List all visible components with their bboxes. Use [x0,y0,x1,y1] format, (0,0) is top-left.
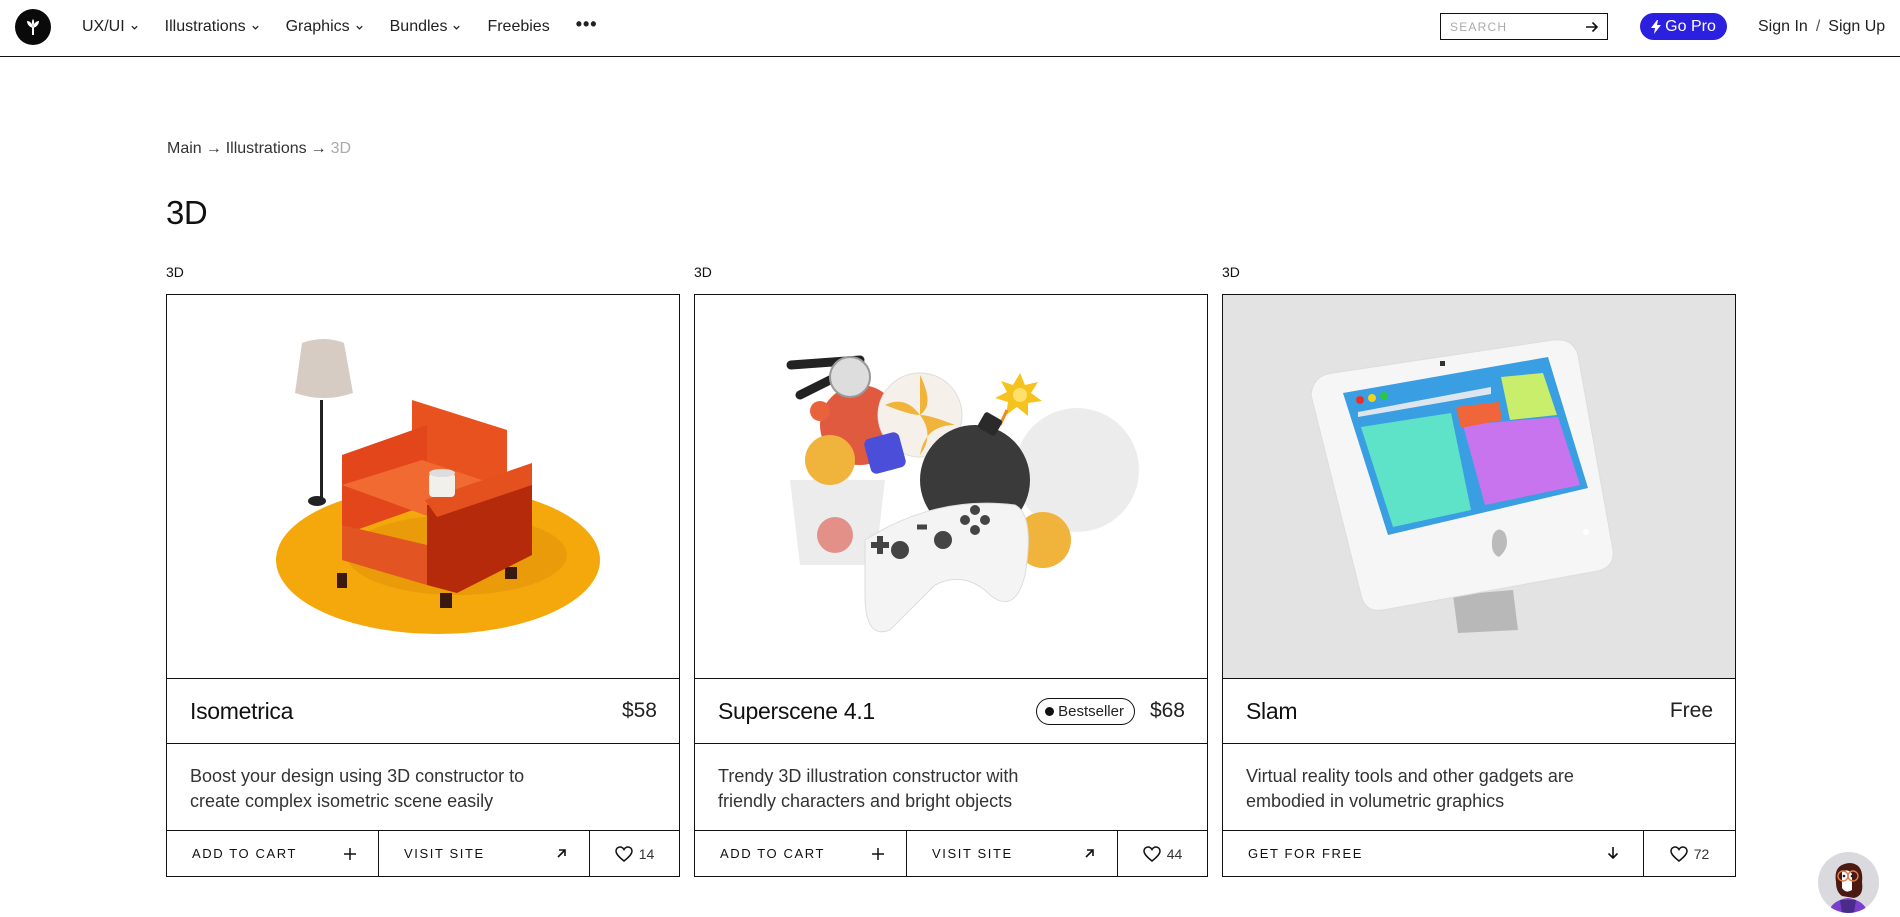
card-actions: ADD TO CART VISIT SITE 44 [695,831,1207,876]
description-line: friendly characters and bright objects [718,791,1013,811]
like-count: 72 [1693,845,1710,862]
like-count: 14 [638,845,655,862]
nav-illustrations[interactable]: Illustrations [165,18,260,36]
sign-up-link[interactable]: Sign Up [1828,18,1885,36]
get-for-free-label: GET FOR FREE [1248,846,1364,861]
auth-separator: / [1815,18,1821,35]
product-price: $68 [1149,699,1185,722]
product-card-slam: 3D Slam Free Virtual reality tools and o… [1222,262,1736,877]
visit-site-button[interactable]: VISIT SITE [379,831,590,876]
more-menu-button[interactable]: ••• [576,14,598,35]
description-line: embodied in volumetric graphics [1246,791,1505,811]
nav-ux-ui[interactable]: UX/UI [82,18,139,36]
add-to-cart-label: ADD TO CART [192,846,298,861]
page-title: 3D [166,194,208,231]
badge-dot-icon [1045,706,1055,716]
card-category-tag: 3D [1222,264,1240,280]
plus-icon [344,847,356,860]
like-button[interactable]: 14 [590,831,679,876]
nav-bundles[interactable]: Bundles [390,18,462,36]
like-button[interactable]: 44 [1118,831,1207,876]
avatar-woman-icon [1828,863,1868,913]
card-category-tag: 3D [694,264,712,280]
go-pro-label: Go Pro [1665,17,1716,35]
breadcrumb-main[interactable]: Main [167,140,202,158]
visit-site-button[interactable]: VISIT SITE [907,831,1118,876]
site-header: UX/UI Illustrations Graphics Bundles Fre… [0,0,1900,57]
arrow-up-right-icon [1085,849,1094,858]
nav-label: Graphics [285,18,350,35]
visit-site-label: VISIT SITE [932,846,1013,861]
product-title[interactable]: Slam [1246,698,1298,725]
get-for-free-button[interactable]: GET FOR FREE [1223,831,1644,876]
product-card-isometrica: 3D Isometrica $58 Boost your design usin… [166,262,680,877]
logo[interactable] [15,9,51,45]
nav-label: UX/UI [82,18,125,35]
product-image-monitor[interactable] [1223,295,1735,679]
nav-graphics[interactable]: Graphics [286,18,364,36]
product-image-objects[interactable] [695,295,1207,679]
badge-label: Bestseller [1058,702,1124,720]
support-chat-avatar[interactable] [1818,852,1879,913]
bestseller-badge: Bestseller [1036,697,1135,725]
nav-freebies[interactable]: Freebies [487,18,549,36]
breadcrumb-current: 3D [330,140,352,157]
chevron-down-icon [251,25,259,30]
product-title[interactable]: Isometrica [190,698,293,725]
arrow-down-icon [1607,847,1619,860]
add-to-cart-button[interactable]: ADD TO CART [167,831,379,876]
card-actions: ADD TO CART VISIT SITE 14 [167,831,679,876]
card-title-row: Isometrica $58 [167,679,679,744]
breadcrumb-illustrations[interactable]: Illustrations [226,140,307,158]
search-box [1440,13,1608,40]
product-image-armchair[interactable] [167,295,679,679]
breadcrumb-arrow: → [205,140,222,157]
product-description: Trendy 3D illustration constructor with … [695,744,1207,831]
like-button[interactable]: 72 [1644,831,1735,876]
sign-in-link[interactable]: Sign In [1758,18,1808,36]
arrow-right-icon[interactable] [1585,20,1599,34]
chevron-down-icon [131,25,138,30]
description-line: Boost your design using 3D constructor t… [190,766,525,786]
description-line: Trendy 3D illustration constructor with [718,766,1019,786]
card-category-tag: 3D [166,264,184,280]
description-line: Virtual reality tools and other gadgets … [1246,766,1574,786]
card-title-row: Superscene 4.1 Bestseller $68 [695,679,1207,744]
arrow-up-right-icon [557,849,566,858]
product-title[interactable]: Superscene 4.1 [718,698,875,725]
add-to-cart-button[interactable]: ADD TO CART [695,831,907,876]
breadcrumb: Main → Illustrations → 3D [167,140,351,158]
card-title-row: Slam Free [1223,679,1735,744]
nav-label: Bundles [389,18,448,35]
heart-icon [1142,845,1161,862]
product-description: Boost your design using 3D constructor t… [167,744,679,831]
superscene-illustration [786,355,1139,633]
like-count: 44 [1166,845,1183,862]
heart-icon [1669,845,1688,862]
card-actions: GET FOR FREE 72 [1223,831,1735,876]
product-card-superscene: 3D Superscene 4.1 Bestseller $68 Trendy … [694,262,1208,877]
description-line: create complex isometric scene easily [190,791,494,811]
nav-label: Illustrations [164,18,246,35]
go-pro-button[interactable]: Go Pro [1640,13,1727,40]
product-price: $58 [621,699,657,722]
armchair-illustration [276,339,600,634]
monitor-illustration [1310,339,1614,633]
visit-site-label: VISIT SITE [404,846,485,861]
auth-links: Sign In / Sign Up [1758,0,1885,54]
add-to-cart-label: ADD TO CART [720,846,826,861]
product-price: Free [1669,699,1713,722]
heart-icon [614,845,633,862]
breadcrumb-arrow: → [310,140,327,157]
main-nav: UX/UI Illustrations Graphics Bundles Fre… [82,0,598,54]
search-input[interactable] [1450,19,1570,34]
chevron-down-icon [453,25,461,30]
sprout-leaf-icon [27,19,39,35]
plus-icon [872,847,884,860]
lightning-icon [1651,19,1662,34]
nav-label: Freebies [487,18,550,35]
chevron-down-icon [355,25,363,30]
product-description: Virtual reality tools and other gadgets … [1223,744,1735,831]
